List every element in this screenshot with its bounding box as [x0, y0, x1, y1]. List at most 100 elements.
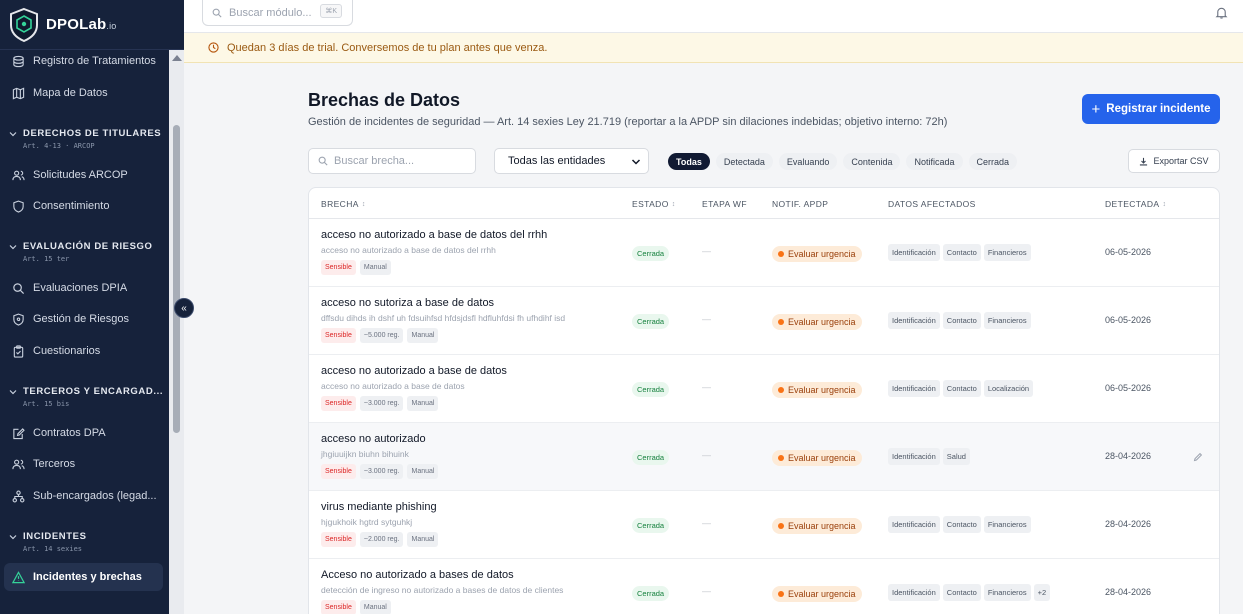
meta-badge: Manual: [359, 260, 391, 275]
sidebar-item-solicitudes-arcop[interactable]: Solicitudes ARCOP: [4, 161, 163, 189]
breach-title[interactable]: acceso no autorizado a base de datos del…: [321, 229, 547, 241]
users-icon: [12, 170, 25, 180]
search-placeholder: Buscar módulo...: [229, 6, 312, 19]
breach-tags: Sensible Manual: [321, 600, 391, 614]
meta-badge: ~3.000 reg.: [359, 464, 404, 479]
section-derechos-titulares[interactable]: DERECHOS DE TITULARES Art. 4-13 · ARCOP: [9, 128, 169, 150]
workflow-stage: —: [702, 314, 711, 324]
breach-search-input[interactable]: Buscar brecha...: [308, 148, 476, 174]
section-subtitle: Art. 15 bis: [23, 400, 70, 408]
section-terceros-encargados[interactable]: TERCEROS Y ENCARGAD... Art. 15 bis: [9, 386, 169, 408]
collapse-sidebar-button[interactable]: «: [174, 298, 194, 318]
sidebar-item-sub-encargados[interactable]: Sub-encargados (legad...: [4, 482, 163, 510]
status-badge: Cerrada: [632, 586, 670, 601]
sidebar-scrollbar-thumb[interactable]: [173, 125, 180, 433]
sort-icon: ↕: [1162, 200, 1167, 208]
entity-select-value: Todas las entidades: [508, 155, 606, 167]
table-row[interactable]: acceso no autorizado jhgiuuijkn biuhn bih…: [309, 423, 1219, 491]
shield-icon: [13, 200, 24, 213]
section-evaluacion-riesgo[interactable]: EVALUACIÓN DE RIESGO Art. 15 ter: [9, 241, 169, 263]
column-header-detectada[interactable]: DETECTADA ↕: [1105, 199, 1166, 209]
breach-title[interactable]: acceso no sutoriza a base de datos: [321, 297, 494, 309]
detected-date: 06-05-2026: [1105, 383, 1152, 393]
breach-title[interactable]: acceso no autorizado: [321, 433, 426, 445]
sidebar-item-consentimiento[interactable]: Consentimiento: [4, 192, 163, 220]
sidebar-item-cuestionarios[interactable]: Cuestionarios: [4, 337, 163, 365]
breach-description: hjgukhoik hgtrd sytguhkj: [321, 517, 413, 527]
status-filter-chips: Todas Detectada Evaluando Contenida Noti…: [668, 153, 1018, 170]
sidebar-item-terceros[interactable]: Terceros: [4, 450, 163, 478]
plus-icon: +: [1091, 100, 1101, 118]
sidebar-item-registro-tratamientos[interactable]: Registro de Tratamientos: [4, 47, 163, 75]
data-category-tag: Contacto: [942, 380, 981, 397]
bell-icon[interactable]: [1215, 6, 1228, 19]
meta-badge: Manual: [407, 464, 439, 479]
sidebar-item-label: Registro de Tratamientos: [33, 55, 156, 67]
export-csv-button[interactable]: Exportar CSV: [1128, 149, 1220, 173]
main-content: Brechas de Datos Gestión de incidentes d…: [184, 63, 1243, 614]
scroll-up-arrow-icon[interactable]: [172, 55, 182, 61]
sort-icon: ↕: [671, 200, 676, 208]
table-row[interactable]: virus mediante phishing hjgukhoik hgtrd s…: [309, 491, 1219, 559]
sort-icon: ↕: [361, 200, 366, 208]
column-header-notif-apdp: NOTIF. APDP: [772, 199, 829, 209]
logo-shield-icon: [10, 7, 38, 42]
breach-description: acceso no autorizado a base de datos: [321, 381, 465, 391]
clipboard-icon: [13, 344, 24, 358]
brand[interactable]: DPOLab.io: [0, 0, 184, 50]
sidebar-item-contratos-dpa[interactable]: Contratos DPA: [4, 419, 163, 447]
affected-data-tags: Identificación Salud: [888, 448, 970, 465]
sidebar-item-incidentes-brechas[interactable]: Incidentes y brechas: [4, 563, 163, 591]
hierarchy-icon: [12, 490, 25, 502]
column-header-datos-afectados: DATOS AFECTADOS: [888, 199, 976, 209]
sidebar-item-gestion-riesgos[interactable]: Gestión de Riesgos: [4, 305, 163, 333]
edit-pencil-icon[interactable]: [1193, 452, 1203, 462]
brand-name: DPOLab.io: [46, 16, 117, 33]
detected-date: 28-04-2026: [1105, 519, 1152, 529]
filter-chip-cerrada[interactable]: Cerrada: [968, 153, 1018, 170]
sidebar-item-evaluaciones-dpia[interactable]: Evaluaciones DPIA: [4, 274, 163, 302]
database-icon: [13, 55, 24, 67]
table-row[interactable]: acceso no autorizado a base de datos acce…: [309, 355, 1219, 423]
sidebar: DPOLab.io Registro de Tratamientos Mapa …: [0, 0, 184, 614]
sensitive-badge: Sensible: [321, 532, 356, 547]
sidebar-item-label: Mapa de Datos: [33, 87, 108, 99]
sidebar-item-mapa-datos[interactable]: Mapa de Datos: [4, 79, 163, 107]
search-icon: [212, 8, 222, 18]
shield-icon: [13, 313, 24, 326]
column-header-estado[interactable]: ESTADO ↕: [632, 199, 676, 209]
data-category-tag: Identificación: [888, 380, 940, 397]
table-row[interactable]: acceso no autorizado a base de datos del…: [309, 219, 1219, 287]
breach-description: dffsdu dihds ih dshf uh fdsuihfsd hfdsjd…: [321, 313, 566, 323]
breach-description: jhgiuuijkn biuhn bihuink: [321, 449, 409, 459]
sidebar-item-label: Evaluaciones DPIA: [33, 282, 128, 294]
register-incident-button[interactable]: + Registrar incidente: [1082, 94, 1220, 124]
filter-chip-todas[interactable]: Todas: [668, 153, 710, 170]
filter-chip-contenida[interactable]: Contenida: [843, 153, 901, 170]
breach-title[interactable]: Acceso no autorizado a bases de datos: [321, 569, 514, 581]
table-row[interactable]: Acceso no autorizado a bases de datos det…: [309, 559, 1219, 614]
breach-title[interactable]: acceso no autorizado a base de datos: [321, 365, 507, 377]
workflow-stage: —: [702, 518, 711, 528]
filter-chip-detectada[interactable]: Detectada: [715, 153, 773, 170]
users-icon: [12, 459, 25, 469]
breach-title[interactable]: virus mediante phishing: [321, 501, 437, 513]
sensitive-badge: Sensible: [321, 464, 356, 479]
entity-select[interactable]: Todas las entidades: [494, 148, 649, 174]
workflow-stage: —: [702, 586, 711, 596]
table-row[interactable]: acceso no sutoriza a base de datos dffsdu…: [309, 287, 1219, 355]
filter-chip-notificada[interactable]: Notificada: [906, 153, 963, 170]
affected-data-tags: Identificación Contacto Localización: [888, 380, 1034, 397]
apdp-notification-badge: Evaluar urgencia: [772, 246, 862, 262]
module-search-input[interactable]: Buscar módulo... ⌘K: [202, 0, 353, 26]
column-header-brecha[interactable]: BRECHA ↕: [321, 199, 366, 209]
section-title: INCIDENTES: [23, 531, 87, 542]
detected-date: 06-05-2026: [1105, 247, 1152, 257]
trial-message: Quedan 3 días de trial. Conversemos de t…: [227, 41, 548, 54]
data-category-tag: Identificación: [888, 312, 940, 329]
section-incidentes[interactable]: INCIDENTES Art. 14 sexies: [9, 531, 169, 553]
chevron-down-icon: [9, 389, 17, 394]
section-subtitle: Art. 4-13 · ARCOP: [23, 142, 95, 150]
meta-badge: Manual: [359, 600, 391, 614]
filter-chip-evaluando[interactable]: Evaluando: [778, 153, 838, 170]
